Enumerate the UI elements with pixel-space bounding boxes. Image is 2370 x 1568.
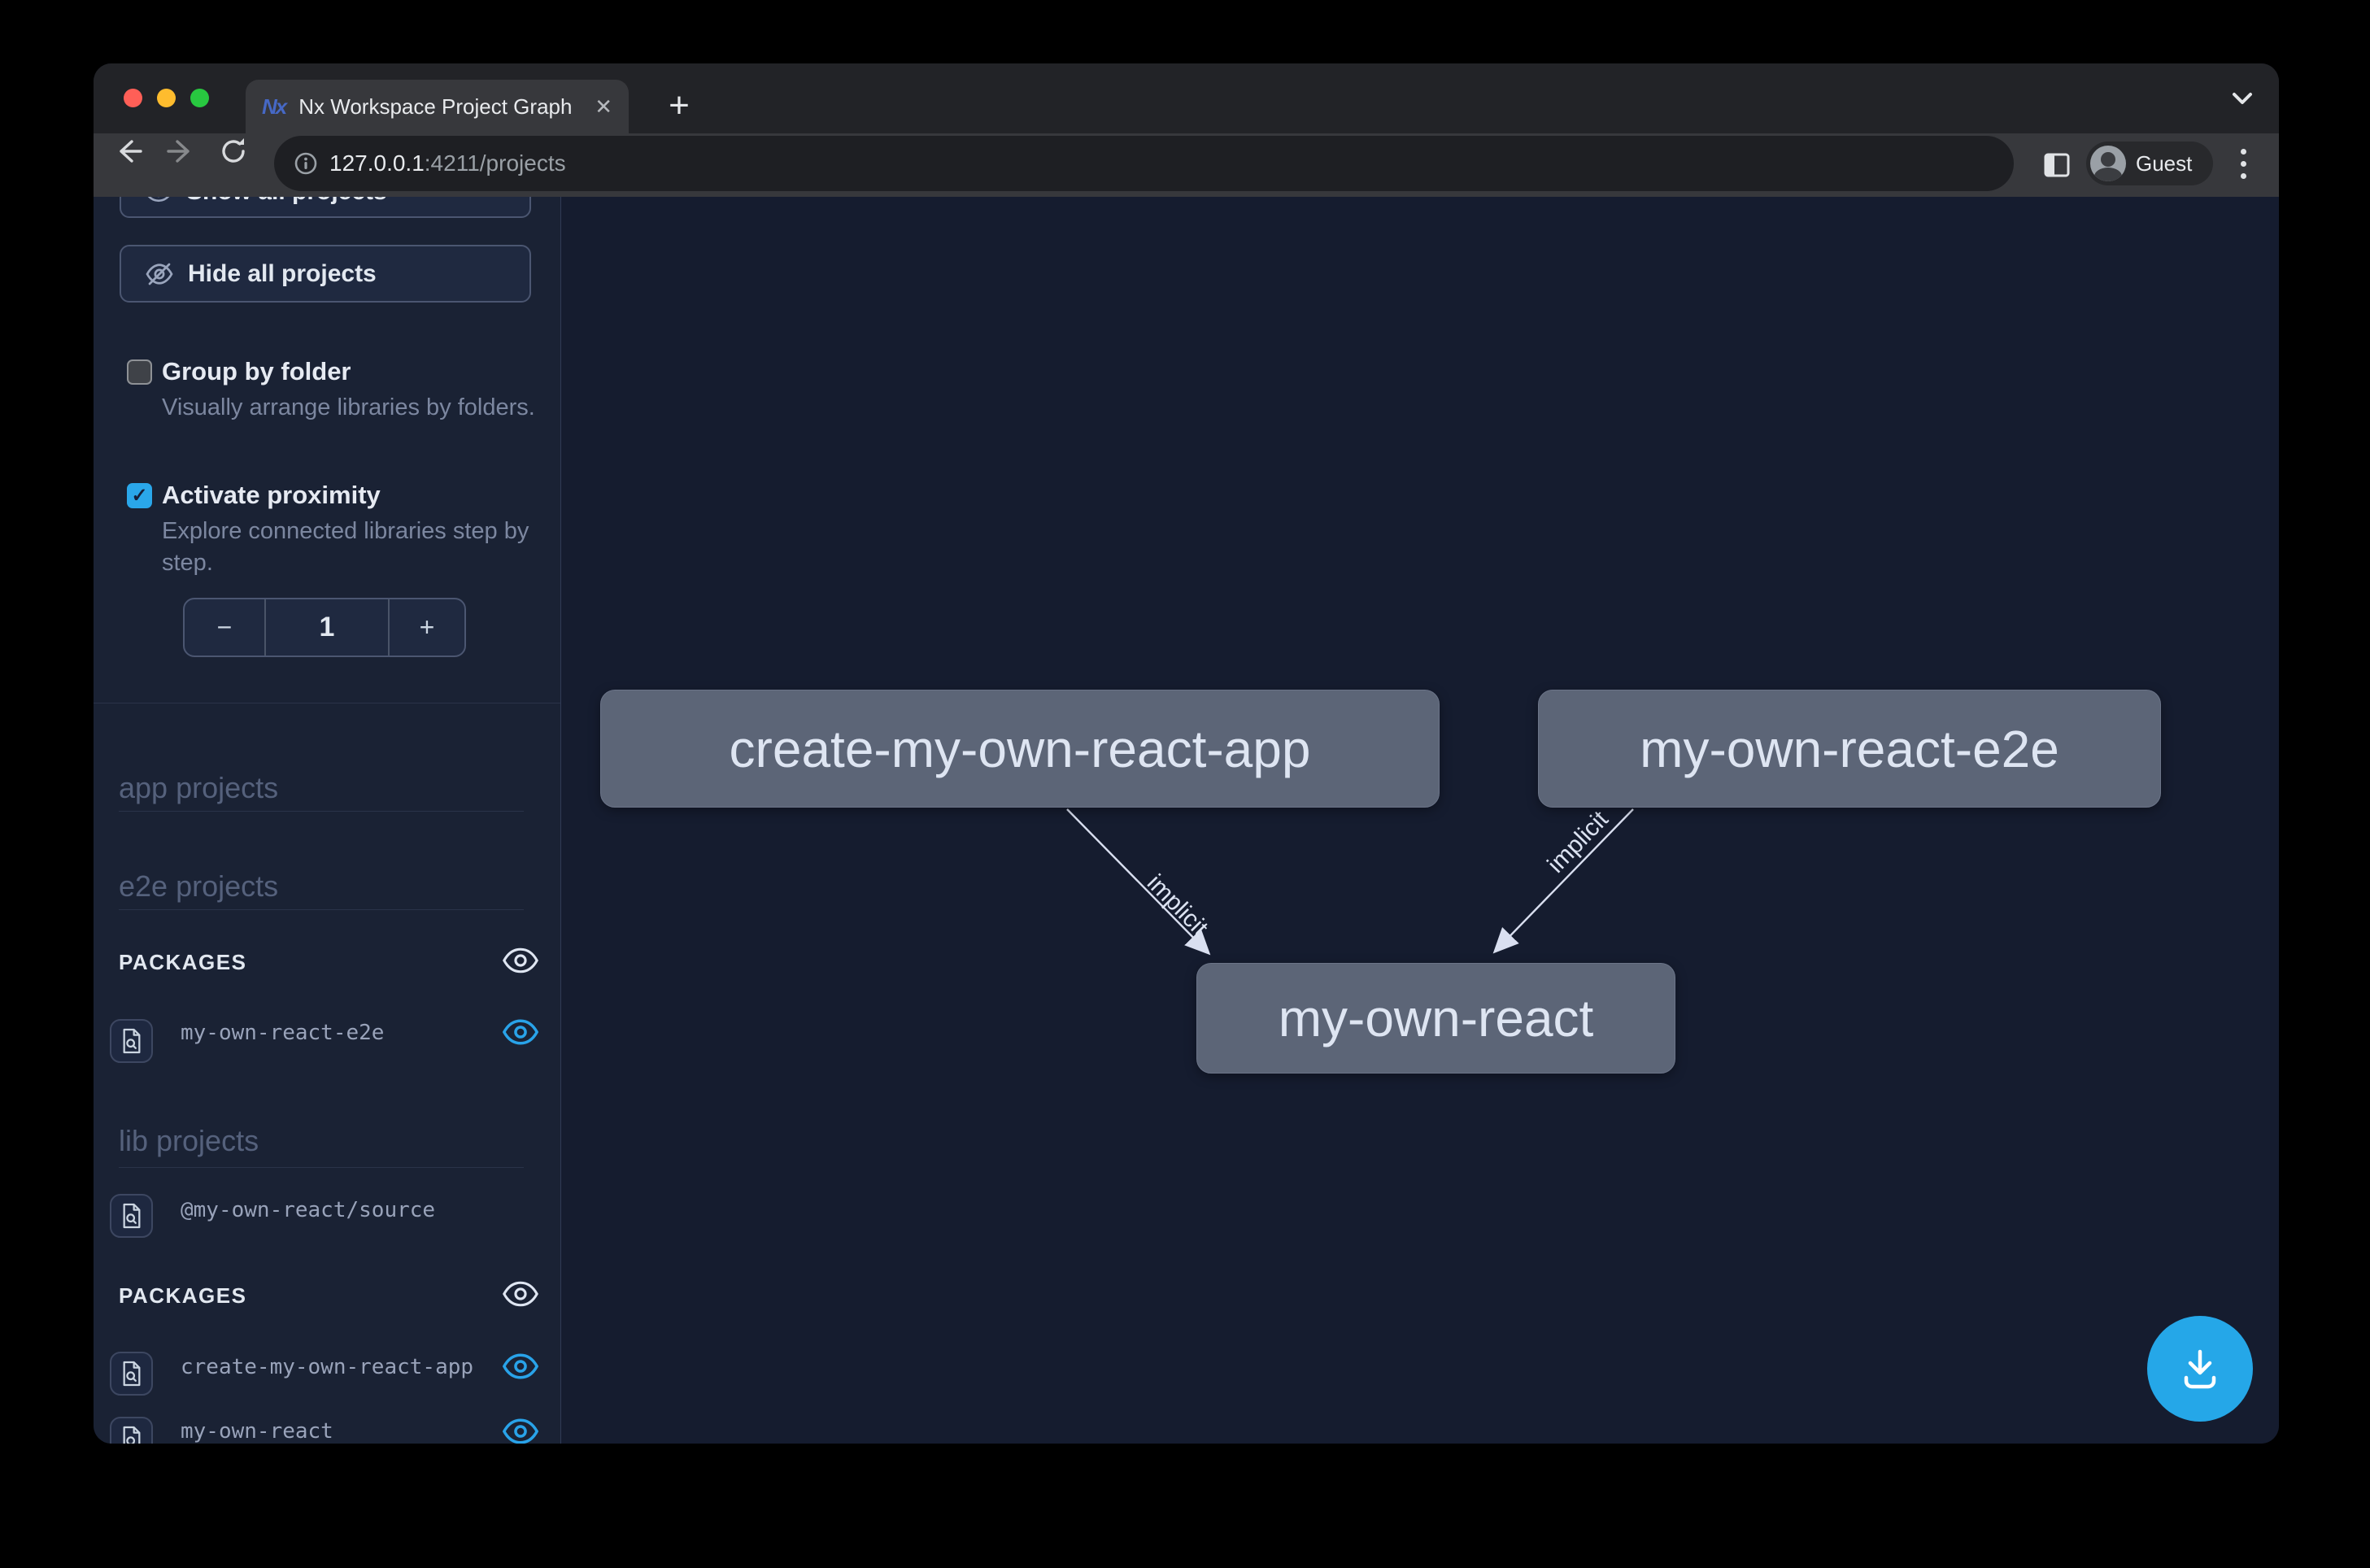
- project-name: @my-own-react/source: [181, 1198, 435, 1222]
- edge-label: implicit: [1142, 869, 1213, 942]
- heading-rule: [119, 1167, 524, 1168]
- graph-edges: implicit implicit: [561, 197, 2279, 1444]
- eye-icon: [144, 197, 173, 203]
- check-icon: ✓: [131, 484, 147, 507]
- toggle-section-visibility-button[interactable]: [503, 947, 538, 974]
- download-icon: [2175, 1342, 2225, 1396]
- zoom-window-button[interactable]: [190, 89, 209, 107]
- tab-nx-workspace[interactable]: Nx Nx Workspace Project Graph ✕: [246, 80, 629, 133]
- tab-close-icon[interactable]: ✕: [595, 96, 612, 117]
- proximity-stepper: − 1 +: [183, 598, 466, 657]
- back-button[interactable]: [110, 133, 146, 169]
- project-name: create-my-own-react-app: [181, 1355, 473, 1379]
- profile-name: Guest: [2136, 151, 2192, 176]
- tab-title: Nx Workspace Project Graph: [298, 94, 582, 120]
- browser-toolbar: 127.0.0.1:4211/projects Guest: [94, 133, 2279, 197]
- toggle-project-visibility-button[interactable]: [503, 1418, 538, 1444]
- new-tab-button[interactable]: +: [655, 81, 704, 130]
- section-heading-app-projects: app projects: [119, 771, 278, 805]
- proximity-decrement-button[interactable]: −: [185, 599, 264, 656]
- profile-button[interactable]: Guest: [2086, 142, 2213, 185]
- side-panel-icon[interactable]: [2044, 153, 2070, 181]
- show-all-projects-label: Show all projects: [186, 197, 387, 206]
- browser-menu-button[interactable]: [2234, 143, 2252, 184]
- proximity-value: 1: [264, 599, 390, 656]
- eye-slash-icon: [144, 262, 175, 286]
- focus-project-button[interactable]: [110, 1194, 153, 1238]
- graph-node-my-own-react[interactable]: my-own-react: [1196, 963, 1675, 1074]
- document-search-icon: [120, 1028, 143, 1054]
- focus-project-button[interactable]: [110, 1417, 153, 1444]
- toggle-section-visibility-button[interactable]: [503, 1280, 538, 1308]
- graph-node-my-own-react-e2e[interactable]: my-own-react-e2e: [1538, 690, 2161, 808]
- focus-project-button[interactable]: [110, 1019, 153, 1063]
- site-info-icon[interactable]: [294, 151, 318, 176]
- toggle-project-visibility-button[interactable]: [503, 1352, 538, 1380]
- document-search-icon: [120, 1203, 143, 1229]
- browser-window: Nx Nx Workspace Project Graph ✕ + 127.0.…: [94, 63, 2279, 1444]
- project-name: my-own-react: [181, 1419, 333, 1444]
- graph-node-create-my-own-react-app[interactable]: create-my-own-react-app: [600, 690, 1440, 808]
- toggle-project-visibility-button[interactable]: [503, 1018, 538, 1046]
- activate-proximity-label: Activate proximity: [162, 481, 381, 510]
- hide-all-projects-button[interactable]: Hide all projects: [120, 245, 531, 303]
- project-sidebar: Show all projects Hide all projects Grou…: [94, 197, 561, 1444]
- tab-search-chevron-icon[interactable]: [2224, 86, 2260, 115]
- reload-button[interactable]: [216, 133, 251, 169]
- group-by-folder-description: Visually arrange libraries by folders.: [162, 392, 552, 424]
- group-by-folder-label: Group by folder: [162, 357, 351, 386]
- edge-label: implicit: [1542, 805, 1614, 878]
- activate-proximity-checkbox[interactable]: ✓: [127, 483, 152, 508]
- proximity-increment-button[interactable]: +: [390, 599, 464, 656]
- section-heading-packages: PACKAGES: [119, 950, 246, 975]
- nx-favicon-icon: Nx: [262, 94, 285, 120]
- section-heading-e2e-projects: e2e projects: [119, 869, 278, 904]
- document-search-icon: [120, 1361, 143, 1387]
- tab-strip: Nx Nx Workspace Project Graph ✕ +: [94, 63, 2279, 133]
- heading-rule: [119, 909, 524, 910]
- download-graph-button[interactable]: [2147, 1316, 2253, 1422]
- close-window-button[interactable]: [124, 89, 142, 107]
- edge-my-own-react-e2e-to-my-own-react[interactable]: [1496, 809, 1633, 951]
- project-graph-canvas[interactable]: implicit implicit create-my-own-react-ap…: [561, 197, 2279, 1444]
- group-by-folder-checkbox[interactable]: [127, 359, 152, 385]
- avatar: [2090, 146, 2126, 181]
- forward-button[interactable]: [163, 133, 199, 169]
- activate-proximity-description: Explore connected libraries step by step…: [162, 516, 552, 579]
- section-heading-lib-projects: lib projects: [119, 1124, 259, 1158]
- show-all-projects-button[interactable]: Show all projects: [120, 197, 531, 218]
- project-name: my-own-react-e2e: [181, 1021, 384, 1045]
- minimize-window-button[interactable]: [157, 89, 176, 107]
- document-search-icon: [120, 1426, 143, 1444]
- url-text: 127.0.0.1:4211/projects: [329, 150, 566, 176]
- heading-rule: [119, 811, 524, 812]
- hide-all-projects-label: Hide all projects: [188, 260, 377, 288]
- url-bar[interactable]: 127.0.0.1:4211/projects: [274, 136, 2014, 191]
- section-heading-packages: PACKAGES: [119, 1283, 246, 1309]
- focus-project-button[interactable]: [110, 1352, 153, 1396]
